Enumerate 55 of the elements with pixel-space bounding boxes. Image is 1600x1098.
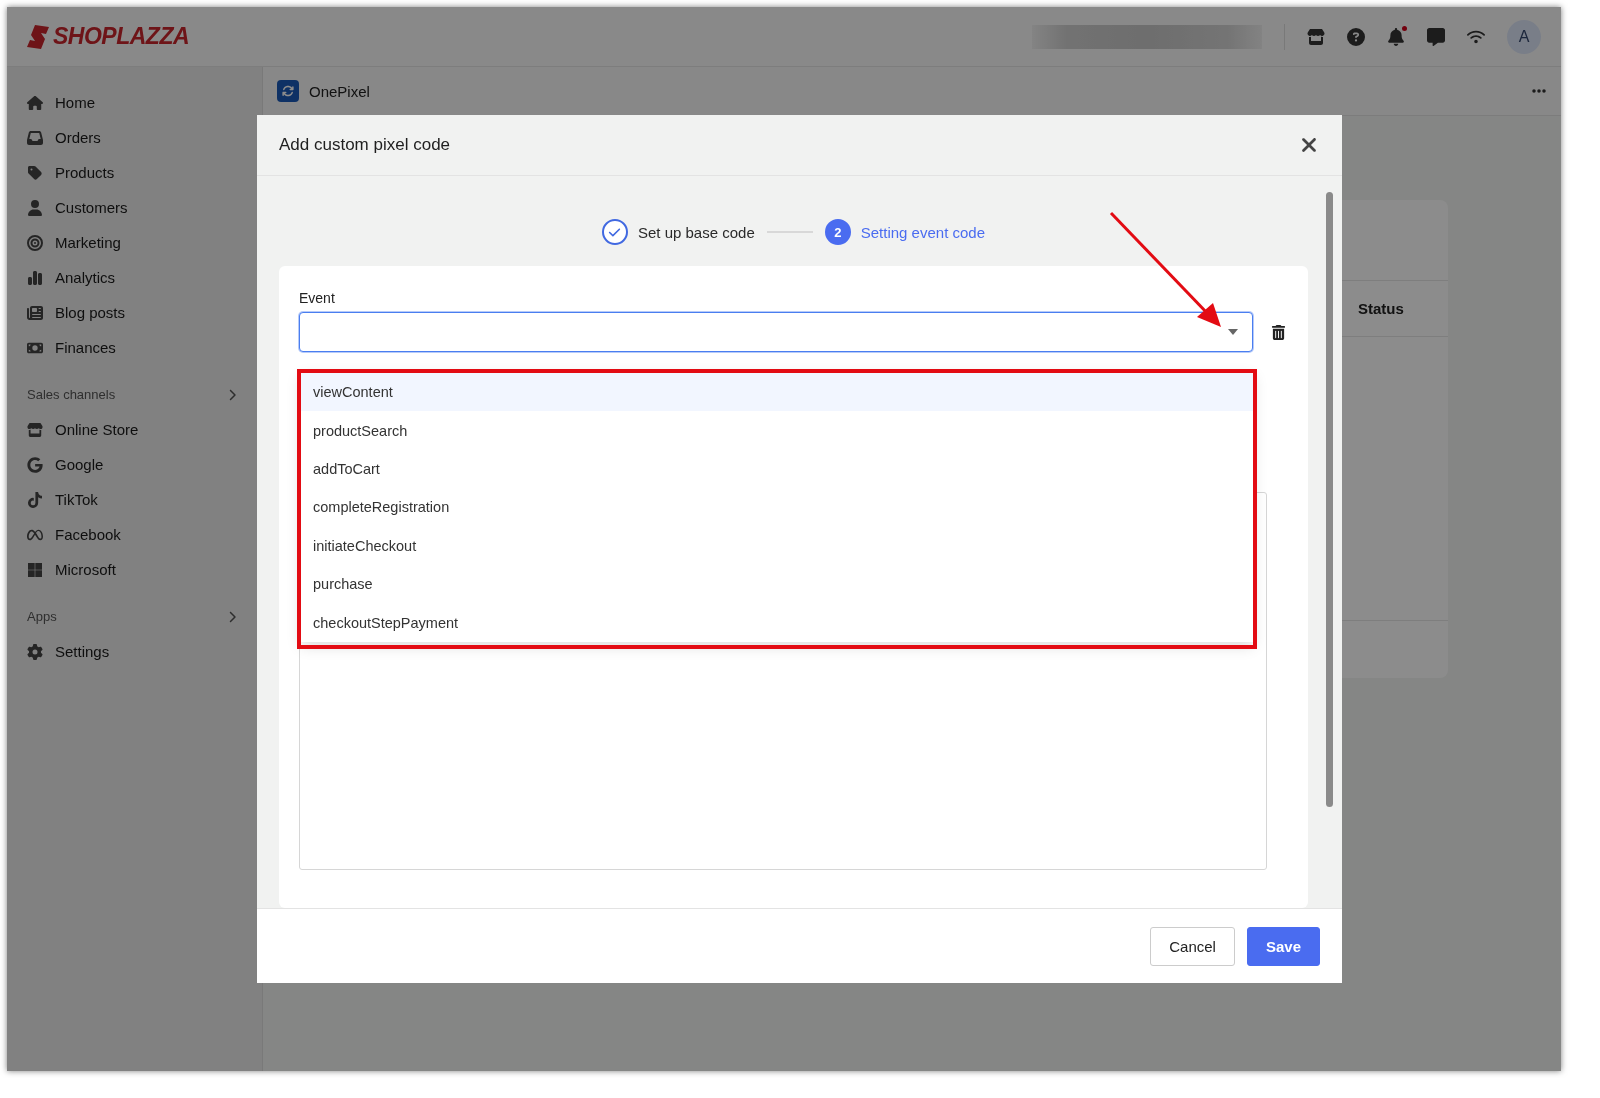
sidebar-item[interactable]: Analytics — [27, 260, 242, 295]
dialog-title: Add custom pixel code — [279, 135, 451, 155]
sync-icon — [277, 80, 299, 102]
tiktok-icon — [27, 491, 43, 508]
sidebar-heading: Sales channels — [27, 387, 116, 402]
home-icon — [27, 94, 43, 111]
sidebar-heading: Apps — [27, 609, 57, 624]
sidebar-item[interactable]: Google — [27, 447, 242, 482]
sidebar-item[interactable]: Online Store — [27, 412, 242, 447]
cancel-button[interactable]: Cancel — [1150, 926, 1235, 966]
save-button[interactable]: Save — [1246, 926, 1320, 966]
column-header: Status — [1358, 300, 1404, 317]
store-icon[interactable] — [1307, 27, 1325, 46]
dropdown-option[interactable]: viewContent — [301, 373, 1253, 412]
help-icon[interactable] — [1347, 27, 1365, 46]
caret-icon — [1228, 329, 1238, 335]
app-name: OnePixel — [309, 82, 371, 100]
chat-icon[interactable] — [1427, 27, 1445, 46]
sidebar-item[interactable]: Microsoft — [27, 552, 242, 587]
inbox-icon — [27, 129, 43, 146]
sidebar-item[interactable]: Finances — [27, 330, 242, 365]
store-icon — [27, 421, 43, 438]
sidebar-item[interactable]: Customers — [27, 190, 242, 225]
logo-text: SHOPLAZZA — [53, 23, 190, 50]
dropdown-option[interactable]: productSearch — [301, 411, 1253, 450]
sidebar-item[interactable]: Blog posts — [27, 295, 242, 330]
sidebar-item[interactable]: Home — [27, 85, 242, 120]
sidebar-item[interactable]: TikTok — [27, 482, 242, 517]
sidebar-item[interactable]: Marketing — [27, 225, 242, 260]
bar-chart-icon — [27, 269, 43, 286]
sidebar-item[interactable]: Facebook — [27, 517, 242, 552]
notification-icon[interactable] — [1387, 27, 1405, 46]
step-label: Set up base code — [638, 223, 755, 241]
event-select[interactable] — [299, 312, 1253, 352]
trash-icon[interactable] — [1271, 324, 1286, 340]
dropdown-option[interactable]: addToCart — [301, 449, 1253, 489]
avatar[interactable]: A — [1507, 19, 1541, 54]
dropdown-option[interactable]: initiateCheckout — [301, 526, 1253, 565]
document-icon — [27, 304, 43, 321]
step-number: 2 — [824, 219, 851, 245]
windows-icon — [27, 561, 43, 578]
sidebar-item[interactable]: Settings — [27, 634, 242, 669]
google-icon — [27, 456, 43, 473]
sidebar-item[interactable]: Products — [27, 155, 242, 190]
dropdown-option[interactable]: checkoutStepPayment — [301, 603, 1253, 642]
target-icon — [27, 234, 43, 251]
settings-icon — [27, 643, 43, 660]
logo-icon — [27, 24, 49, 49]
person-icon — [27, 199, 43, 216]
dropdown-option[interactable]: purchase — [301, 564, 1253, 604]
dropdown-option[interactable]: completeRegistration — [301, 488, 1253, 527]
tag-icon — [27, 164, 43, 181]
sidebar-item[interactable]: Orders — [27, 120, 242, 155]
step-label: Setting event code — [860, 223, 985, 241]
field-label: Event — [299, 290, 336, 306]
